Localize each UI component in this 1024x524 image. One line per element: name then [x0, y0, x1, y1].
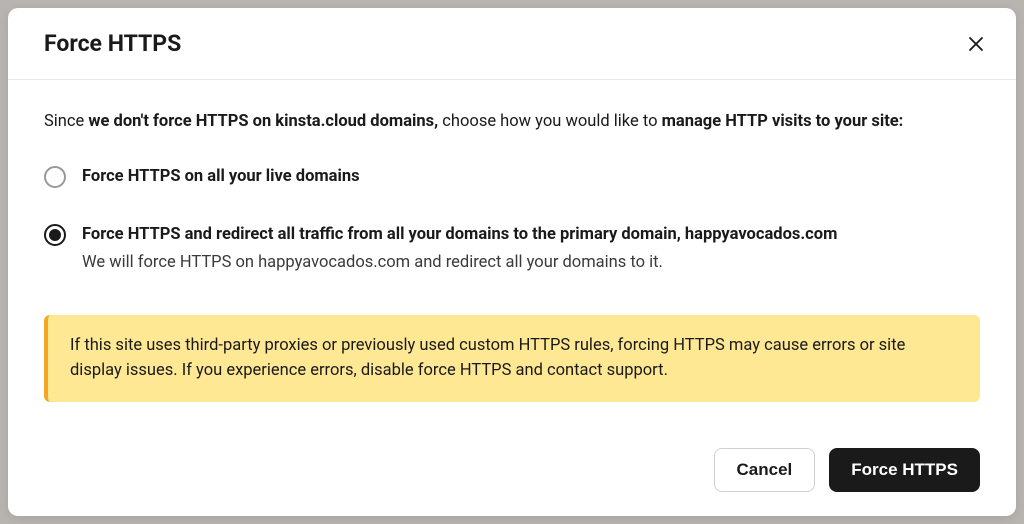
- intro-prefix: Since: [44, 112, 88, 131]
- modal-body: Since we don't force HTTPS on kinsta.clo…: [8, 80, 1016, 430]
- radio-indicator: [44, 224, 66, 246]
- radio-label: Force HTTPS on all your live domains: [82, 165, 980, 189]
- close-icon: [968, 36, 984, 52]
- radio-content: Force HTTPS and redirect all traffic fro…: [82, 223, 980, 275]
- radio-dot: [49, 229, 61, 241]
- intro-bold-2: manage HTTP visits to your site:: [662, 112, 904, 131]
- modal-footer: Cancel Force HTTPS: [8, 430, 1016, 516]
- force-https-modal: Force HTTPS Since we don't force HTTPS o…: [8, 8, 1016, 516]
- intro-mid: choose how you would like to: [438, 112, 661, 131]
- radio-content: Force HTTPS on all your live domains: [82, 165, 980, 189]
- intro-bold-1: we don't force HTTPS on kinsta.cloud dom…: [88, 112, 438, 131]
- modal-title: Force HTTPS: [44, 30, 181, 57]
- modal-header: Force HTTPS: [8, 8, 1016, 80]
- radio-option-all-domains[interactable]: Force HTTPS on all your live domains: [44, 165, 980, 189]
- radio-indicator: [44, 166, 66, 188]
- close-button[interactable]: [964, 32, 988, 56]
- radio-description: We will force HTTPS on happyavocados.com…: [82, 251, 980, 275]
- warning-box: If this site uses third-party proxies or…: [44, 315, 980, 402]
- force-https-button[interactable]: Force HTTPS: [829, 448, 980, 492]
- cancel-button[interactable]: Cancel: [714, 448, 816, 492]
- radio-option-redirect-primary[interactable]: Force HTTPS and redirect all traffic fro…: [44, 223, 980, 275]
- intro-text: Since we don't force HTTPS on kinsta.clo…: [44, 110, 980, 135]
- warning-text: If this site uses third-party proxies or…: [70, 336, 905, 381]
- radio-label: Force HTTPS and redirect all traffic fro…: [82, 223, 980, 247]
- radio-group: Force HTTPS on all your live domains For…: [44, 165, 980, 275]
